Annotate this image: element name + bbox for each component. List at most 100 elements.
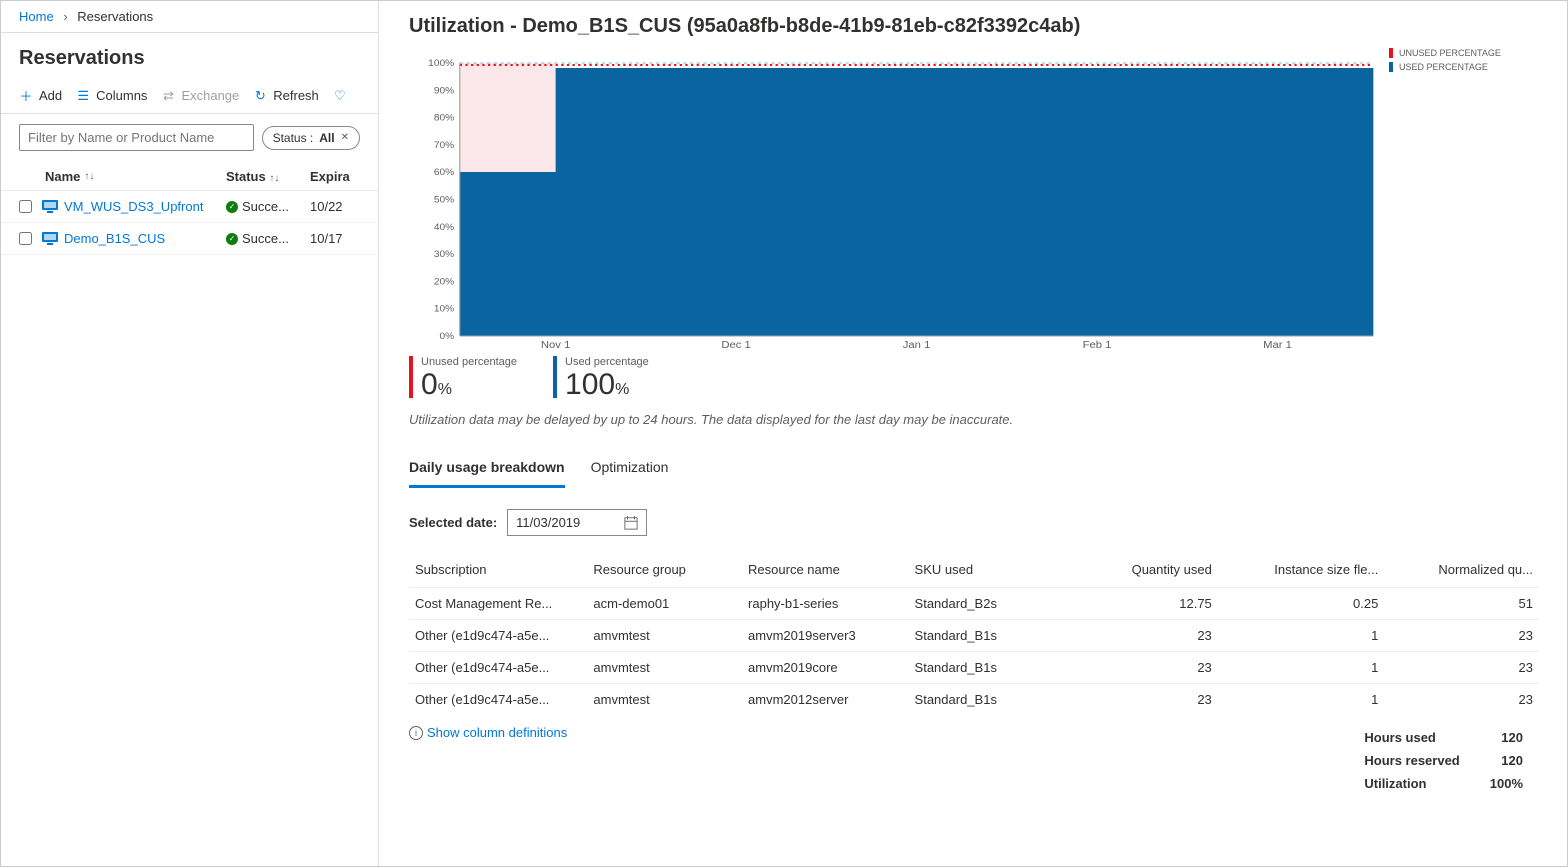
clear-filter-icon[interactable]: ✕ xyxy=(341,132,349,143)
utilization-chart[interactable]: 0%10%20%30%40%50%60%70%80%90%100% Nov 1D… xyxy=(409,48,1379,348)
svg-text:40%: 40% xyxy=(434,222,455,232)
defs-link-label: Show column definitions xyxy=(427,725,567,740)
breadcrumb-sep: › xyxy=(63,9,67,24)
svg-text:Nov 1: Nov 1 xyxy=(541,340,571,348)
refresh-label: Refresh xyxy=(273,88,319,103)
usage-table: SubscriptionResource groupResource nameS… xyxy=(409,554,1539,715)
legend-swatch-used xyxy=(1389,62,1393,72)
svg-text:Dec 1: Dec 1 xyxy=(721,340,751,348)
legend-swatch-unused xyxy=(1389,48,1393,58)
col-status-label[interactable]: Status xyxy=(226,169,266,184)
summary-table: Hours used120 Hours reserved120 Utilizat… xyxy=(1348,725,1539,796)
column-header[interactable]: Quantity used xyxy=(1063,554,1218,588)
column-header[interactable]: Subscription xyxy=(409,554,587,588)
svg-text:10%: 10% xyxy=(434,304,455,314)
table-row: Cost Management Re...acm-demo01raphy-b1-… xyxy=(409,588,1539,620)
col-expiration-label[interactable]: Expira xyxy=(310,169,360,184)
exchange-button[interactable]: ⇄ Exchange xyxy=(161,88,239,103)
svg-text:30%: 30% xyxy=(434,250,455,260)
hours-used-value: 120 xyxy=(1476,727,1537,748)
refresh-icon: ↻ xyxy=(253,89,267,103)
reservation-status: ✓Succe... xyxy=(226,231,310,246)
hours-reserved-value: 120 xyxy=(1476,750,1537,771)
vm-icon xyxy=(42,200,58,214)
success-icon: ✓ xyxy=(226,233,238,245)
columns-icon: ☰ xyxy=(76,89,90,103)
reservation-status: ✓Succe... xyxy=(226,199,310,214)
sort-icon[interactable]: ↑↓ xyxy=(84,171,94,182)
detail-title: Utilization - Demo_B1S_CUS (95a0a8fb-b8d… xyxy=(409,15,1539,38)
selected-date-label: Selected date: xyxy=(409,515,497,530)
vm-icon xyxy=(42,232,58,246)
reservation-expiration: 10/17 xyxy=(310,231,360,246)
table-row[interactable]: VM_WUS_DS3_Upfront ✓Succe... 10/22 xyxy=(1,191,378,223)
success-icon: ✓ xyxy=(226,201,238,213)
reservation-expiration: 10/22 xyxy=(310,199,360,214)
exchange-label: Exchange xyxy=(181,88,239,103)
svg-text:20%: 20% xyxy=(434,277,455,287)
svg-text:90%: 90% xyxy=(434,86,455,96)
svg-text:0%: 0% xyxy=(439,331,454,341)
sort-icon[interactable]: ↑↓ xyxy=(269,173,279,184)
heart-icon: ♡ xyxy=(333,89,347,103)
disclaimer-text: Utilization data may be delayed by up to… xyxy=(409,412,1539,427)
column-header[interactable]: Resource name xyxy=(742,554,909,588)
row-checkbox[interactable] xyxy=(19,200,32,213)
metric-unused-value: 0 xyxy=(421,368,438,401)
tab-optimization[interactable]: Optimization xyxy=(591,451,669,488)
add-label: Add xyxy=(39,88,62,103)
legend-used-label: USED PERCENTAGE xyxy=(1399,62,1488,72)
table-row[interactable]: Demo_B1S_CUS ✓Succe... 10/17 xyxy=(1,223,378,255)
tab-daily-usage[interactable]: Daily usage breakdown xyxy=(409,451,565,488)
reservations-header: Name ↑↓ Status ↑↓ Expira xyxy=(1,161,378,191)
svg-text:Feb 1: Feb 1 xyxy=(1083,340,1112,348)
reservation-link[interactable]: Demo_B1S_CUS xyxy=(64,231,226,246)
breadcrumb-current: Reservations xyxy=(77,9,153,24)
status-pill-value: All xyxy=(319,131,334,145)
calendar-icon xyxy=(624,516,638,530)
show-column-definitions-link[interactable]: i Show column definitions xyxy=(409,725,567,740)
selected-date-value: 11/03/2019 xyxy=(516,515,580,530)
column-header[interactable]: Normalized qu... xyxy=(1384,554,1539,588)
table-row: Other (e1d9c474-a5e...amvmtestamvm2019se… xyxy=(409,620,1539,652)
filter-input[interactable] xyxy=(19,124,254,151)
selected-date-input[interactable]: 11/03/2019 xyxy=(507,509,647,536)
reservation-link[interactable]: VM_WUS_DS3_Upfront xyxy=(64,199,226,214)
table-row: Other (e1d9c474-a5e...amvmtestamvm2012se… xyxy=(409,684,1539,716)
metric-used-label: Used percentage xyxy=(565,356,649,368)
column-header[interactable]: Instance size fle... xyxy=(1218,554,1385,588)
svg-text:Mar 1: Mar 1 xyxy=(1263,340,1292,348)
column-header[interactable]: SKU used xyxy=(909,554,1064,588)
metric-used-unit: % xyxy=(615,381,629,398)
metric-unused-unit: % xyxy=(438,381,452,398)
favorite-button[interactable]: ♡ xyxy=(333,89,347,103)
breadcrumb-home[interactable]: Home xyxy=(19,9,54,24)
svg-text:50%: 50% xyxy=(434,195,455,205)
metric-used-value: 100 xyxy=(565,368,615,401)
svg-text:60%: 60% xyxy=(434,168,455,178)
col-name-label[interactable]: Name xyxy=(45,169,80,184)
svg-text:70%: 70% xyxy=(434,140,455,150)
metric-used: Used percentage 100% xyxy=(553,356,649,402)
row-checkbox[interactable] xyxy=(19,232,32,245)
status-filter-pill[interactable]: Status : All ✕ xyxy=(262,126,360,150)
metric-unused: Unused percentage 0% xyxy=(409,356,517,402)
table-row: Other (e1d9c474-a5e...amvmtestamvm2019co… xyxy=(409,652,1539,684)
metric-bar-unused xyxy=(409,356,413,398)
svg-text:80%: 80% xyxy=(434,113,455,123)
columns-label: Columns xyxy=(96,88,147,103)
column-header[interactable]: Resource group xyxy=(587,554,742,588)
hours-reserved-label: Hours reserved xyxy=(1350,750,1473,771)
utilization-label: Utilization xyxy=(1350,773,1473,794)
utilization-value: 100% xyxy=(1476,773,1537,794)
legend-unused-label: UNUSED PERCENTAGE xyxy=(1399,48,1501,58)
chart-legend: UNUSED PERCENTAGE USED PERCENTAGE xyxy=(1379,48,1539,76)
columns-button[interactable]: ☰ Columns xyxy=(76,88,147,103)
info-icon: i xyxy=(409,726,423,740)
add-button[interactable]: ＋ Add xyxy=(19,88,62,103)
hours-used-label: Hours used xyxy=(1350,727,1473,748)
refresh-button[interactable]: ↻ Refresh xyxy=(253,88,319,103)
breadcrumb: Home › Reservations xyxy=(1,1,378,33)
page-title: Reservations xyxy=(1,33,378,82)
status-pill-label: Status : xyxy=(273,131,314,145)
